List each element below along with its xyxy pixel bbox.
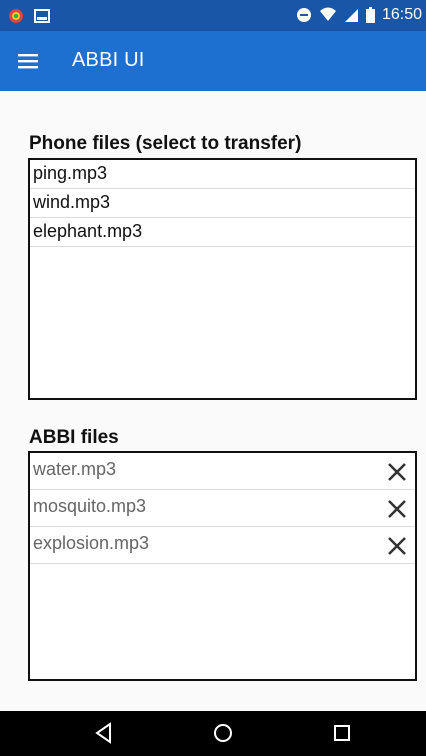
list-item[interactable]: elephant.mp3 <box>30 218 415 247</box>
android-debug-icon <box>9 9 23 23</box>
file-name: mosquito.mp3 <box>33 496 147 516</box>
file-name: elephant.mp3 <box>33 221 143 241</box>
list-item[interactable]: mosquito.mp3 <box>30 490 415 527</box>
file-name: ping.mp3 <box>33 163 108 183</box>
main-content: Phone files (select to transfer) ping.mp… <box>0 91 426 711</box>
home-circle-icon[interactable] <box>212 722 234 744</box>
close-icon[interactable] <box>387 462 407 482</box>
app-toolbar: ABBI UI <box>0 31 426 91</box>
close-icon[interactable] <box>387 536 407 556</box>
back-triangle-icon[interactable] <box>93 722 115 744</box>
recents-square-icon[interactable] <box>331 722 353 744</box>
battery-icon <box>365 7 375 23</box>
app-title: ABBI UI <box>72 49 145 71</box>
do-not-disturb-icon <box>296 8 311 22</box>
hamburger-menu-icon <box>18 54 38 69</box>
list-item[interactable]: ping.mp3 <box>30 160 415 189</box>
status-right-icons: 16:50 <box>296 6 422 24</box>
wifi-icon <box>319 7 336 21</box>
file-name: wind.mp3 <box>33 192 111 212</box>
status-bar: 16:50 <box>0 0 426 31</box>
list-item[interactable]: explosion.mp3 <box>30 527 415 564</box>
abbi-files-heading: ABBI files <box>29 427 119 448</box>
cell-signal-icon <box>344 8 358 22</box>
close-icon[interactable] <box>387 499 407 519</box>
file-name: explosion.mp3 <box>33 533 150 553</box>
status-left-icons <box>8 8 50 24</box>
list-item[interactable]: water.mp3 <box>30 453 415 490</box>
menu-button[interactable] <box>14 47 42 75</box>
phone-files-heading: Phone files (select to transfer) <box>29 133 302 154</box>
phone-files-list[interactable]: ping.mp3 wind.mp3 elephant.mp3 <box>28 158 417 400</box>
abbi-files-list[interactable]: water.mp3 mosquito.mp3 explosion.mp3 <box>28 451 417 681</box>
navigation-bar <box>0 711 426 756</box>
list-item[interactable]: wind.mp3 <box>30 189 415 218</box>
image-notification-icon <box>34 9 50 23</box>
status-time: 16:50 <box>381 6 422 23</box>
file-name: water.mp3 <box>33 459 117 479</box>
